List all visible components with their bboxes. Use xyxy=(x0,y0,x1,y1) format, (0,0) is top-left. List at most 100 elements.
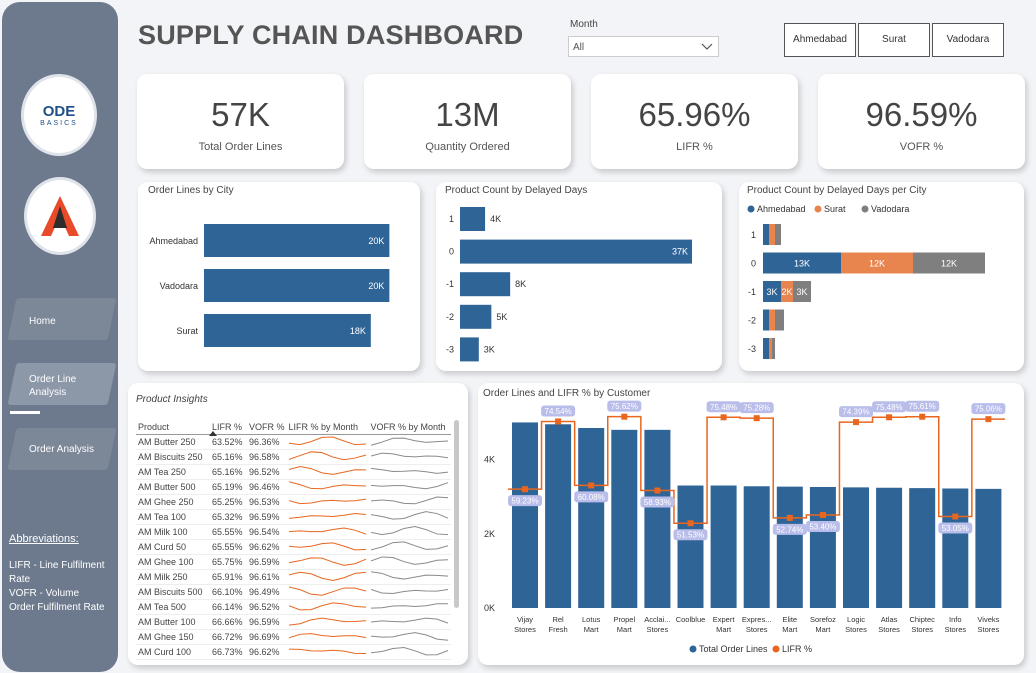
table-row[interactable]: AM Tea 100 65.32% 96.59% xyxy=(136,509,451,525)
sparkline xyxy=(288,617,366,626)
lifr-label: 75.48% xyxy=(876,403,903,412)
x-tick-label: Mart xyxy=(782,625,798,634)
y-tick-label: 0K xyxy=(484,603,495,613)
kpi-label: Total Order Lines xyxy=(198,141,283,153)
legend-dot xyxy=(772,645,780,653)
table-row[interactable]: AM Biscuits 500 66.10% 96.49% xyxy=(136,584,451,600)
table-cell: AM Curd 50 xyxy=(136,539,210,555)
kpi-value: 13M xyxy=(435,96,500,133)
data-label: 2K xyxy=(781,287,792,297)
sparkline xyxy=(288,498,366,504)
kpi-label: Quantity Ordered xyxy=(425,141,510,153)
vofr-sparkline-cell xyxy=(368,479,451,495)
bar xyxy=(843,487,869,608)
city-slicer-surat[interactable]: Surat xyxy=(858,23,930,57)
table-row[interactable]: AM Curd 100 66.73% 96.62% xyxy=(136,644,451,660)
sparkline xyxy=(288,480,366,489)
sparkline xyxy=(288,512,366,519)
x-tick-label: Mart xyxy=(716,625,732,634)
sparkline xyxy=(288,602,366,611)
active-indicator xyxy=(10,411,40,414)
lifr-sparkline-cell xyxy=(286,524,369,540)
bar xyxy=(909,488,936,608)
table-row[interactable]: AM Milk 100 65.55% 96.54% xyxy=(136,524,451,540)
x-tick-label: Expert xyxy=(713,615,736,624)
lifr-sparkline-cell xyxy=(286,539,369,555)
col-header-vofr[interactable]: VOFR % xyxy=(247,420,287,434)
tick-label: Vadodara xyxy=(160,281,198,291)
lifr-marker xyxy=(687,520,694,527)
table-row[interactable]: AM Biscuits 250 65.16% 96.58% xyxy=(136,449,451,465)
data-label: 12K xyxy=(869,259,885,269)
x-tick-label: Vijay xyxy=(517,615,533,624)
col-header-product[interactable]: Product xyxy=(136,420,210,434)
table-row[interactable]: AM Butter 100 66.66% 96.59% xyxy=(136,614,451,630)
table-row[interactable]: AM Ghee 100 65.75% 96.59% xyxy=(136,554,451,570)
table-row[interactable]: AM Tea 500 66.14% 96.52% xyxy=(136,599,451,615)
lifr-label: 58.93% xyxy=(644,498,671,507)
lifr-label: 74.54% xyxy=(545,407,572,416)
kpi-label: LIFR % xyxy=(676,141,713,153)
table-row[interactable]: AM Butter 500 65.19% 96.46% xyxy=(136,479,451,495)
table-row[interactable]: AM Ghee 250 65.25% 96.53% xyxy=(136,494,451,510)
lifr-label: 75.06% xyxy=(975,405,1002,414)
data-label: 12K xyxy=(941,259,957,269)
bar xyxy=(460,304,492,329)
city-slicer-ahmedabad[interactable]: Ahmedabad xyxy=(784,23,856,57)
stack-segment xyxy=(769,224,775,245)
col-header-vofr-month[interactable]: VOFR % by Month xyxy=(369,420,451,434)
kpi-value: 65.96% xyxy=(638,96,751,133)
table-cell: AM Butter 250 xyxy=(136,434,210,450)
city-slicer-vadodara[interactable]: Vadodara xyxy=(932,23,1004,57)
x-tick-label: Sorefoz xyxy=(810,615,836,624)
table-scrollbar[interactable] xyxy=(454,420,459,608)
x-tick-label: Stores xyxy=(911,625,933,634)
sort-ascending-icon xyxy=(209,431,217,436)
codebasics-logo: ODE BASICS xyxy=(24,77,94,153)
table-cell: 96.59% xyxy=(247,554,287,570)
sparkline xyxy=(370,646,448,656)
bar xyxy=(204,224,390,257)
table-row[interactable]: AM Milk 250 65.91% 96.61% xyxy=(136,569,451,585)
sparkline xyxy=(370,437,448,446)
sparkline xyxy=(370,602,448,609)
x-tick-label: Acclai... xyxy=(644,615,670,624)
table-row[interactable]: AM Tea 250 65.16% 96.52% xyxy=(136,464,451,480)
legend-dot xyxy=(814,205,822,213)
sparkline xyxy=(370,496,448,504)
bar xyxy=(545,424,572,608)
col-header-lifr-month[interactable]: LIFR % by Month xyxy=(287,420,369,434)
vofr-sparkline-cell xyxy=(368,539,451,555)
table-cell: AM Curd 100 xyxy=(136,644,210,660)
vofr-sparkline-cell xyxy=(368,599,451,615)
table-row[interactable]: AM Ghee 150 66.72% 96.69% xyxy=(136,629,451,645)
logo-subtext: BASICS xyxy=(40,120,78,127)
table-row[interactable]: AM Curd 50 65.55% 96.62% xyxy=(136,539,451,555)
nav-home-button[interactable] xyxy=(7,298,117,340)
table-cell: 65.55% xyxy=(210,524,247,540)
table-cell: 65.16% xyxy=(210,464,247,480)
sparkline xyxy=(288,571,366,581)
sparkline xyxy=(370,467,448,474)
table-cell: AM Butter 100 xyxy=(136,614,210,630)
order-lines-by-city-chart: Ahmedabad 20K Vadodara 20K Surat 18K xyxy=(149,224,390,347)
vofr-sparkline-cell xyxy=(368,509,451,525)
lifr-label: 60.08% xyxy=(578,493,605,502)
table-row[interactable]: AM Butter 250 63.52% 96.36% xyxy=(136,434,451,450)
vofr-sparkline-cell xyxy=(368,434,451,450)
table-cell: AM Tea 100 xyxy=(136,509,210,525)
vofr-sparkline-cell xyxy=(368,494,451,510)
sparkline xyxy=(370,570,448,580)
vofr-sparkline-cell xyxy=(368,644,451,660)
x-tick-label: Stores xyxy=(647,625,669,634)
kpi-value: 96.59% xyxy=(865,96,978,133)
stack-segment xyxy=(763,309,769,331)
x-tick-label: Stores xyxy=(944,625,966,634)
atliq-logo-icon xyxy=(41,196,79,236)
bar xyxy=(460,272,511,297)
delayed-per-city-chart: Ahmedabad Surat Vadodara 1 0 13K 12K 12K -1 3K 2K 3… xyxy=(747,204,985,359)
bar xyxy=(578,427,605,608)
month-dropdown[interactable]: All xyxy=(568,36,719,57)
tick-label: Ahmedabad xyxy=(149,236,198,246)
kpi-card-lifr: 65.96% LIFR % xyxy=(591,74,798,169)
